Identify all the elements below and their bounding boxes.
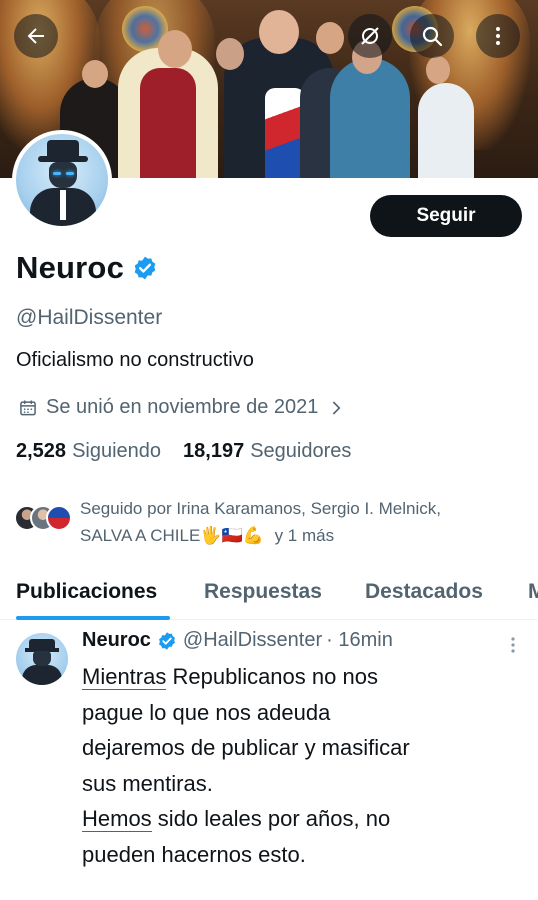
profile-handle: @HailDissenter <box>16 306 163 329</box>
followed-by-suffix: y 1 más <box>274 526 335 545</box>
followers-count: 18,197 <box>183 440 245 462</box>
post-line: pague lo que nos adeuda <box>82 699 331 725</box>
tab-respuestas[interactable]: Respuestas <box>204 580 322 604</box>
more-options-button[interactable] <box>476 14 520 58</box>
follow-stats: 2,528 Siguiendo 18,197 Seguidores <box>16 440 373 463</box>
search-icon <box>422 26 443 47</box>
post-header: Neuroc @HailDissenter · 16min <box>82 629 393 652</box>
no-sync-icon <box>361 27 379 45</box>
search-button[interactable] <box>410 14 454 58</box>
join-date[interactable]: Se unió en noviembre de 2021 <box>18 396 352 419</box>
post-line: pueden hacernos esto. <box>82 841 306 867</box>
tab-destacados[interactable]: Destacados <box>365 580 483 604</box>
calendar-icon <box>20 400 36 415</box>
chevron-right-icon <box>333 400 341 415</box>
tab-publicaciones[interactable]: Publicaciones <box>16 580 157 604</box>
profile-name-row: Neuroc <box>16 250 158 286</box>
more-vertical-icon <box>496 27 500 45</box>
post-underlined-word[interactable]: Hemos <box>82 806 152 832</box>
follower-avatar <box>46 505 72 531</box>
profile-tabs: Publicaciones Respuestas Destacados M <box>0 572 538 620</box>
following-label: Siguiendo <box>72 440 162 462</box>
post-item[interactable]: Neuroc @HailDissenter · 16min Mientras R… <box>0 621 538 900</box>
post-line: Mientras Republicanos no nos <box>82 664 378 690</box>
followed-by-emojis: 🖐🇨🇱💪 <box>200 526 264 545</box>
post-time[interactable]: · 16min <box>326 629 393 652</box>
profile-avatar[interactable] <box>12 130 112 230</box>
followed-by-prefix: Seguido por Irina Karamanos, Sergio I. M… <box>80 499 441 518</box>
post-line: dejaremos de publicar y masificar <box>82 735 410 760</box>
post-line: Hemos sido leales por años, no <box>82 806 391 832</box>
verified-badge-icon[interactable] <box>132 255 158 281</box>
join-date-text: Se unió en noviembre de 2021 <box>46 396 319 418</box>
post-text: Mientras Republicanos no nos pague lo qu… <box>82 659 512 872</box>
following-count: 2,528 <box>16 440 67 462</box>
no-sync-button[interactable] <box>348 14 392 58</box>
post-line: sus mentiras. <box>82 770 213 796</box>
followers-stat[interactable]: 18,197 Seguidores <box>183 440 351 463</box>
followers-label: Seguidores <box>250 440 352 462</box>
more-vertical-icon[interactable] <box>508 635 518 655</box>
profile-bio: Oficialismo no constructivo <box>16 349 254 371</box>
post-handle[interactable]: @HailDissenter <box>183 629 322 652</box>
post-underlined-word[interactable]: Mientras <box>82 664 167 690</box>
back-button[interactable] <box>14 14 58 58</box>
verified-badge-icon <box>158 631 175 650</box>
follow-button[interactable]: Seguir <box>370 195 522 237</box>
tab-more[interactable]: M <box>528 580 538 604</box>
followed-by-name: SALVA A CHILE <box>80 526 201 545</box>
post-author[interactable]: Neuroc <box>82 629 151 652</box>
post-avatar[interactable] <box>16 633 68 685</box>
active-tab-indicator <box>16 616 170 620</box>
arrow-left-icon <box>27 28 44 44</box>
following-stat[interactable]: 2,528 Siguiendo <box>16 440 161 463</box>
followed-by-text: Seguido por Irina Karamanos, Sergio I. M… <box>80 495 520 549</box>
display-name: Neuroc <box>16 250 125 285</box>
